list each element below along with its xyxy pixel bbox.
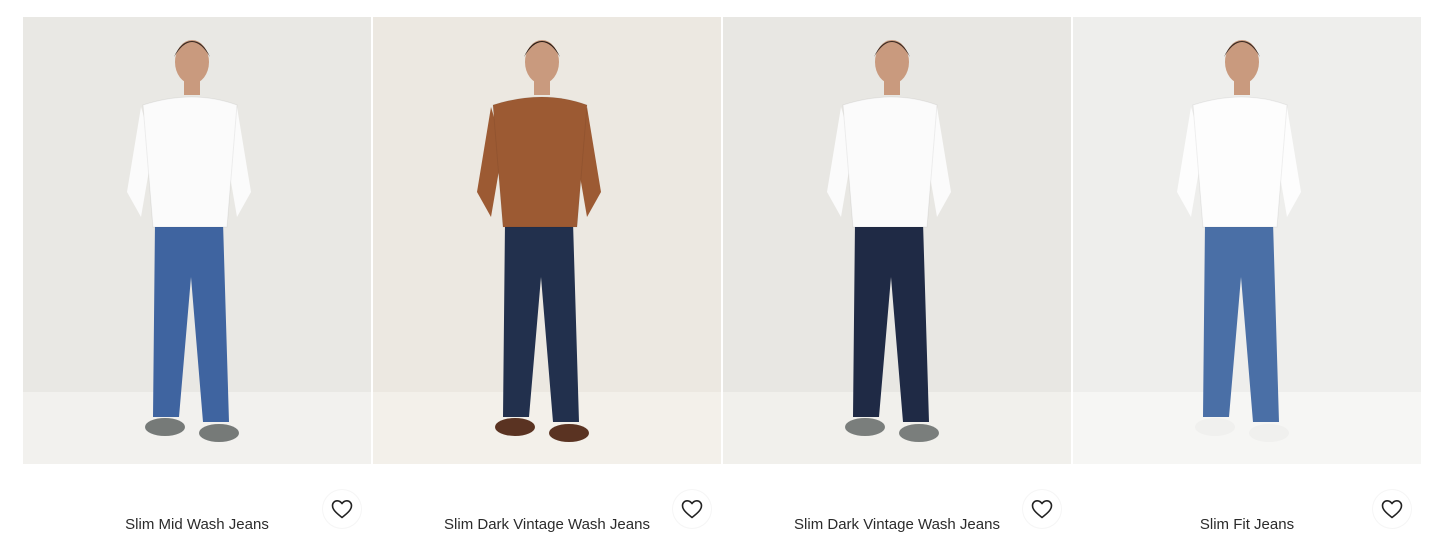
shoe-shape [845, 418, 885, 436]
product-image[interactable] [373, 17, 721, 464]
shoe-shape [495, 418, 535, 436]
head-shape [875, 40, 909, 84]
shoe-shape [899, 424, 939, 442]
model-photo [723, 17, 1071, 464]
product-card[interactable]: Slim Mid Wash Jeans [23, 17, 371, 538]
shoe-shape [1195, 418, 1235, 436]
model-photo [1073, 17, 1421, 464]
product-image[interactable] [723, 17, 1071, 464]
product-image[interactable] [23, 17, 371, 464]
product-name[interactable]: Slim Dark Vintage Wash Jeans [373, 516, 721, 534]
shirt-shape [842, 96, 938, 228]
head-shape [1225, 40, 1259, 84]
shirt-shape [492, 96, 588, 228]
product-card[interactable]: Slim Fit Jeans [1073, 17, 1421, 538]
shoe-shape [1249, 424, 1289, 442]
model-photo [373, 17, 721, 464]
shoe-shape [199, 424, 239, 442]
product-name[interactable]: Slim Mid Wash Jeans [23, 516, 371, 534]
head-shape [175, 40, 209, 84]
product-card[interactable]: Slim Dark Vintage Wash Jeans [723, 17, 1071, 538]
shoe-shape [145, 418, 185, 436]
product-grid: Slim Mid Wash Jeans Slim Dark Vintage Wa… [23, 17, 1421, 538]
shoe-shape [549, 424, 589, 442]
shirt-shape [1192, 96, 1288, 228]
product-name[interactable]: Slim Fit Jeans [1073, 516, 1421, 534]
model-photo [23, 17, 371, 464]
head-shape [525, 40, 559, 84]
product-card[interactable]: Slim Dark Vintage Wash Jeans [373, 17, 721, 538]
product-image[interactable] [1073, 17, 1421, 464]
shirt-shape [142, 96, 238, 228]
product-name[interactable]: Slim Dark Vintage Wash Jeans [723, 516, 1071, 534]
